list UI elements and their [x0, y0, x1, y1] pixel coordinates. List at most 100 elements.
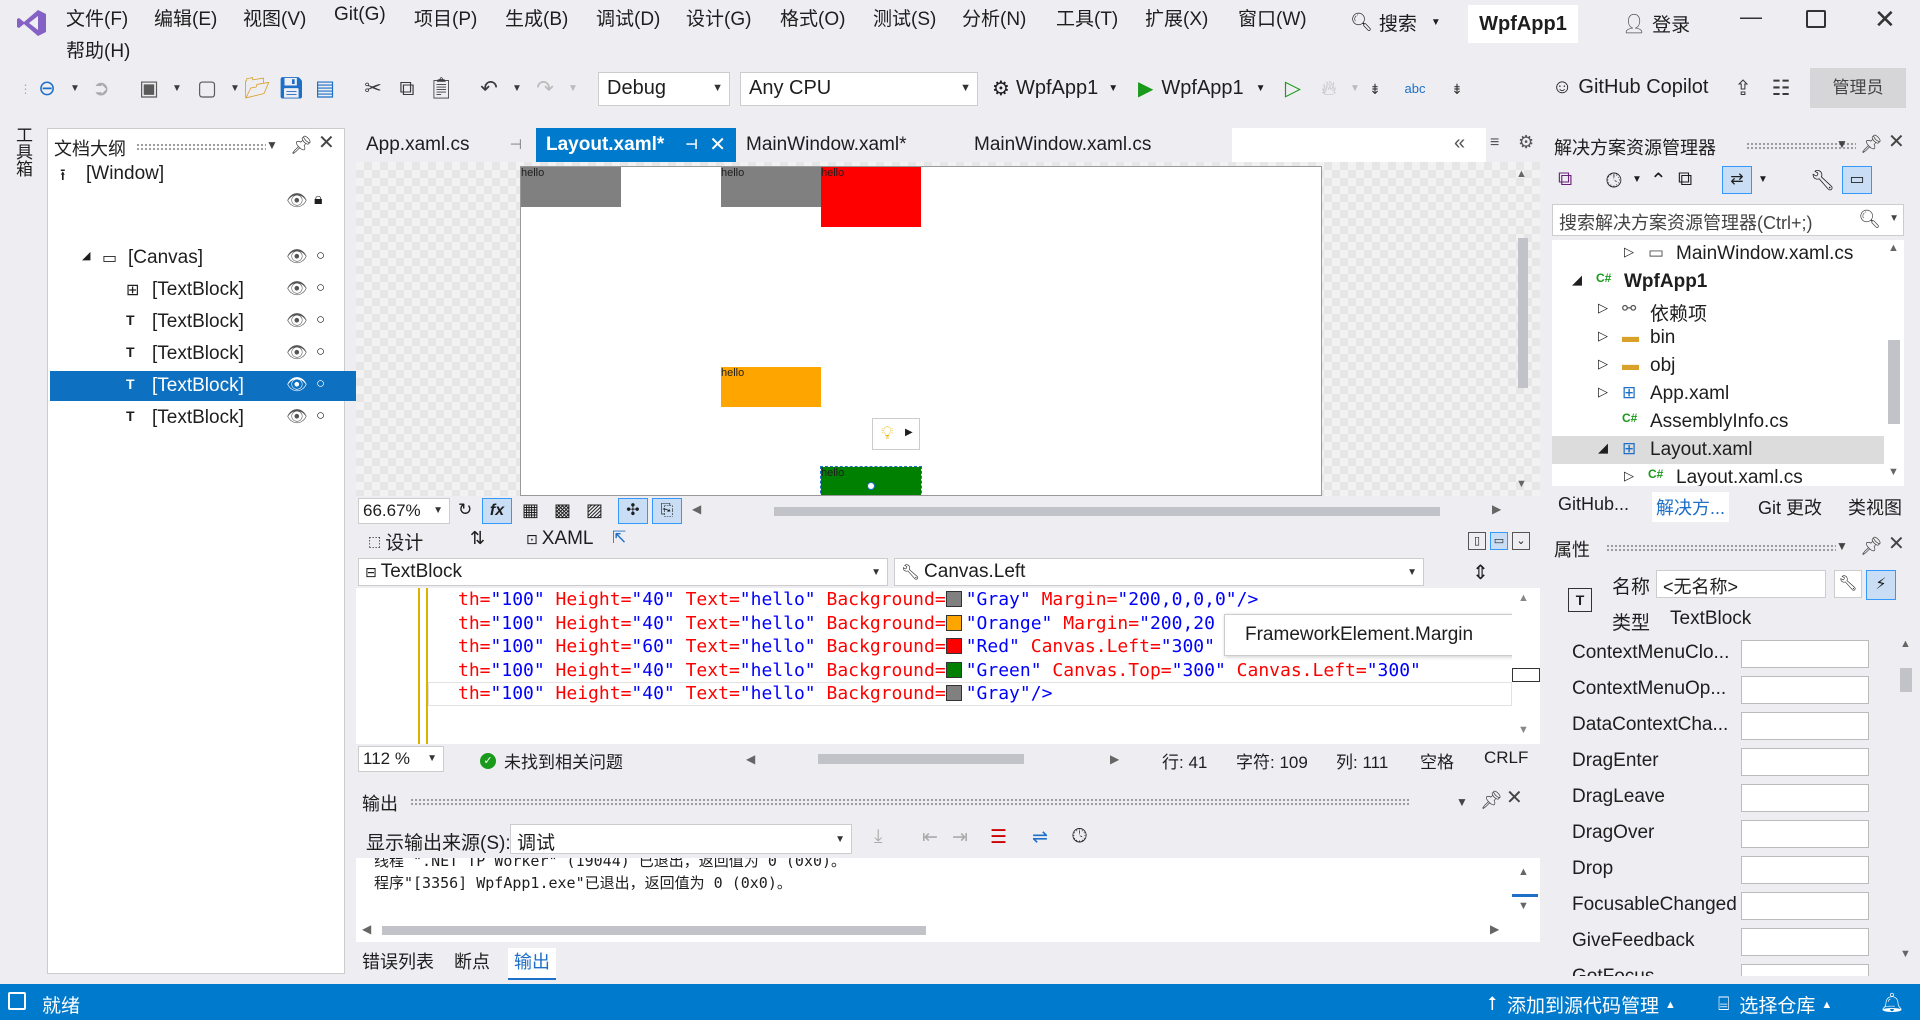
select-repository-button[interactable]: ⌸ 选择仓库 ▲ — [1718, 991, 1832, 1018]
code-minimap-scrollbar[interactable]: ▲ ▼ — [1512, 588, 1540, 744]
undo-icon[interactable]: ↶ — [476, 76, 502, 102]
overflow-icon[interactable]: ⇟ — [1444, 76, 1470, 102]
properties-vertical-scrollbar[interactable]: ▲ ▼ — [1896, 636, 1916, 966]
scroll-down-icon[interactable]: ▼ — [1518, 900, 1529, 912]
outline-node[interactable]: ⊞ [TextBlock] 👁︎ ○ — [50, 275, 387, 305]
menu-item[interactable]: 工具(T) — [1056, 4, 1118, 31]
github-copilot-button[interactable]: ☺ GitHub Copilot — [1552, 76, 1708, 99]
line-indicator[interactable]: 行: 41 — [1162, 748, 1207, 773]
restore-button[interactable] — [1806, 10, 1826, 28]
previous-message-icon[interactable]: ⇤ — [922, 826, 938, 849]
expander-icon[interactable]: ◢ — [1572, 272, 1582, 288]
scroll-left-icon[interactable]: ◀ — [746, 752, 755, 766]
cut-icon[interactable]: ✂ — [360, 76, 386, 102]
scroll-down-icon[interactable]: ▼ — [1518, 724, 1529, 736]
scroll-down-icon[interactable]: ▼ — [1900, 948, 1911, 960]
expander-expanded-icon[interactable]: ◢ — [82, 249, 90, 262]
solution-tab[interactable]: 解决方... — [1652, 492, 1730, 522]
lock-icon[interactable]: 🔒︎ — [314, 191, 323, 209]
visibility-eye-icon[interactable]: 👁︎ — [286, 407, 308, 427]
project-code-icon[interactable]: ⎘ — [652, 498, 682, 524]
col-indicator[interactable]: 列: 111 — [1336, 748, 1388, 773]
close-button[interactable]: ✕ — [1874, 4, 1896, 35]
close-icon[interactable]: ✕ — [1506, 788, 1523, 808]
event-handler-input[interactable] — [1741, 676, 1869, 704]
scroll-down-icon[interactable]: ▼ — [1888, 466, 1899, 478]
minimap-viewport[interactable] — [1512, 668, 1540, 682]
property-nav-select[interactable]: 🔧︎ Canvas.Left ▼ — [894, 558, 1424, 586]
outline-node[interactable]: ◢ ▭ [Canvas] 👁︎ ○ — [50, 243, 387, 273]
designer-horizontal-scrollbar-thumb[interactable] — [774, 507, 1440, 516]
selection-handle[interactable] — [867, 482, 875, 490]
event-handler-input[interactable] — [1741, 964, 1869, 976]
chevron-down-icon[interactable]: ▼ — [560, 76, 586, 102]
popout-xaml-icon[interactable]: ⇱ — [612, 528, 626, 548]
code-line[interactable]: th="100" Height="40" Text="hello" Backgr… — [458, 612, 1215, 636]
scroll-up-icon[interactable]: ▲ — [1888, 242, 1899, 254]
expander-icon[interactable]: ▷ — [1598, 384, 1608, 400]
bottom-tab-item[interactable]: 输出 — [508, 948, 556, 980]
chevron-down-icon[interactable]: ▼ — [1836, 536, 1848, 556]
tab-xaml[interactable]: ⊡ XAML — [526, 528, 593, 550]
lock-toggle-icon[interactable]: ○ — [316, 311, 325, 328]
chevron-down-icon[interactable]: ▼ — [1456, 792, 1468, 812]
scrollbar-thumb[interactable] — [1900, 668, 1912, 692]
properties-wrench-icon[interactable]: 🔧︎ — [1810, 168, 1835, 193]
tab-mainwindow-xaml-[interactable]: MainWindow.xaml* — [736, 128, 964, 162]
expander-icon[interactable]: ◢ — [1598, 440, 1608, 456]
solution-item[interactable]: ◢ C# WpfApp1 — [1552, 268, 1884, 296]
pin-icon[interactable]: 📌︎ — [1860, 134, 1883, 154]
solution-item[interactable]: ▷ ▬ bin — [1552, 324, 1884, 352]
scroll-right-icon[interactable]: ▶ — [1492, 502, 1501, 516]
event-handler-input[interactable] — [1741, 784, 1869, 812]
expander-icon[interactable]: ▷ — [1598, 356, 1608, 372]
grid-icon[interactable]: ▦ — [522, 500, 539, 521]
color-swatch[interactable] — [945, 661, 962, 678]
sync-with-active-document-icon[interactable]: ⇄ — [1722, 166, 1752, 194]
scroll-up-icon[interactable]: ▲ — [1518, 866, 1529, 878]
next-message-icon[interactable]: ⇥ — [952, 826, 968, 849]
designer-vertical-scrollbar[interactable]: ▲ ▼ — [1514, 166, 1532, 492]
code-line[interactable]: th="100" Height="40" Text="hello" Backgr… — [458, 682, 1052, 706]
outline-node[interactable]: T [TextBlock] 👁︎ ○ — [50, 371, 387, 401]
save-icon[interactable]: 💾︎ — [278, 76, 305, 102]
event-handler-input[interactable] — [1741, 892, 1869, 920]
events-lightning-icon[interactable]: ⚡ — [1866, 570, 1896, 600]
share-icon[interactable]: ⇪ — [1730, 76, 1756, 102]
visibility-eye-icon[interactable]: 👁︎ — [286, 191, 308, 211]
pin-icon[interactable]: 📌︎ — [1480, 790, 1503, 810]
menu-item[interactable]: 设计(G) — [686, 4, 751, 31]
visibility-eye-icon[interactable]: 👁︎ — [286, 343, 308, 363]
scroll-right-icon[interactable]: ▶ — [1110, 752, 1119, 766]
solution-item[interactable]: ▷ ⊞ App.xaml — [1552, 380, 1884, 408]
menu-item[interactable]: 测试(S) — [873, 4, 936, 31]
menu-item[interactable]: Git(G) — [334, 4, 386, 26]
navigate-back-icon[interactable]: ⊖ — [34, 76, 60, 102]
login-button[interactable]: 👤︎ 登录 — [1622, 10, 1690, 37]
code-line[interactable]: th="100" Height="40" Text="hello" Backgr… — [458, 588, 1258, 612]
outline-node[interactable]: T [TextBlock] 👁︎ ○ — [50, 403, 387, 433]
settings-icon[interactable]: ⚙ — [1518, 132, 1534, 153]
minimize-button[interactable]: — — [1740, 4, 1762, 30]
preview-selected-items-icon[interactable]: ▭ — [1842, 166, 1872, 194]
platform-select[interactable]: Any CPU ▼ — [740, 72, 978, 106]
solution-search-input[interactable]: 搜索解决方案资源管理器(Ctrl+;) 🔍︎ ▼ — [1552, 204, 1904, 236]
chevron-down-icon[interactable]: ▼ — [1836, 134, 1848, 154]
menu-item[interactable]: 窗口(W) — [1238, 4, 1307, 31]
feedback-icon[interactable]: ☷ — [1768, 76, 1794, 102]
hot-reload-icon[interactable]: 🔥︎ — [1316, 76, 1342, 102]
bottom-tab-item[interactable]: 错误列表 — [356, 948, 440, 978]
scrollbar-thumb[interactable] — [1888, 340, 1900, 424]
vertical-split-icon[interactable]: ▯ — [1468, 532, 1486, 550]
textblock-gray-1[interactable]: hello — [521, 167, 621, 207]
lock-toggle-icon[interactable]: ○ — [316, 247, 325, 264]
color-swatch[interactable] — [945, 638, 962, 654]
scroll-left-icon[interactable]: ◀ — [692, 502, 701, 516]
event-handler-input[interactable] — [1741, 640, 1869, 668]
event-handler-input[interactable] — [1741, 712, 1869, 740]
name-input[interactable]: <无名称> — [1656, 570, 1826, 598]
design-window[interactable]: hello hello hello hello hello — [520, 166, 1322, 496]
event-handler-input[interactable] — [1741, 820, 1869, 848]
menu-item[interactable]: 项目(P) — [414, 4, 477, 31]
lock-toggle-icon[interactable]: ○ — [316, 279, 325, 296]
